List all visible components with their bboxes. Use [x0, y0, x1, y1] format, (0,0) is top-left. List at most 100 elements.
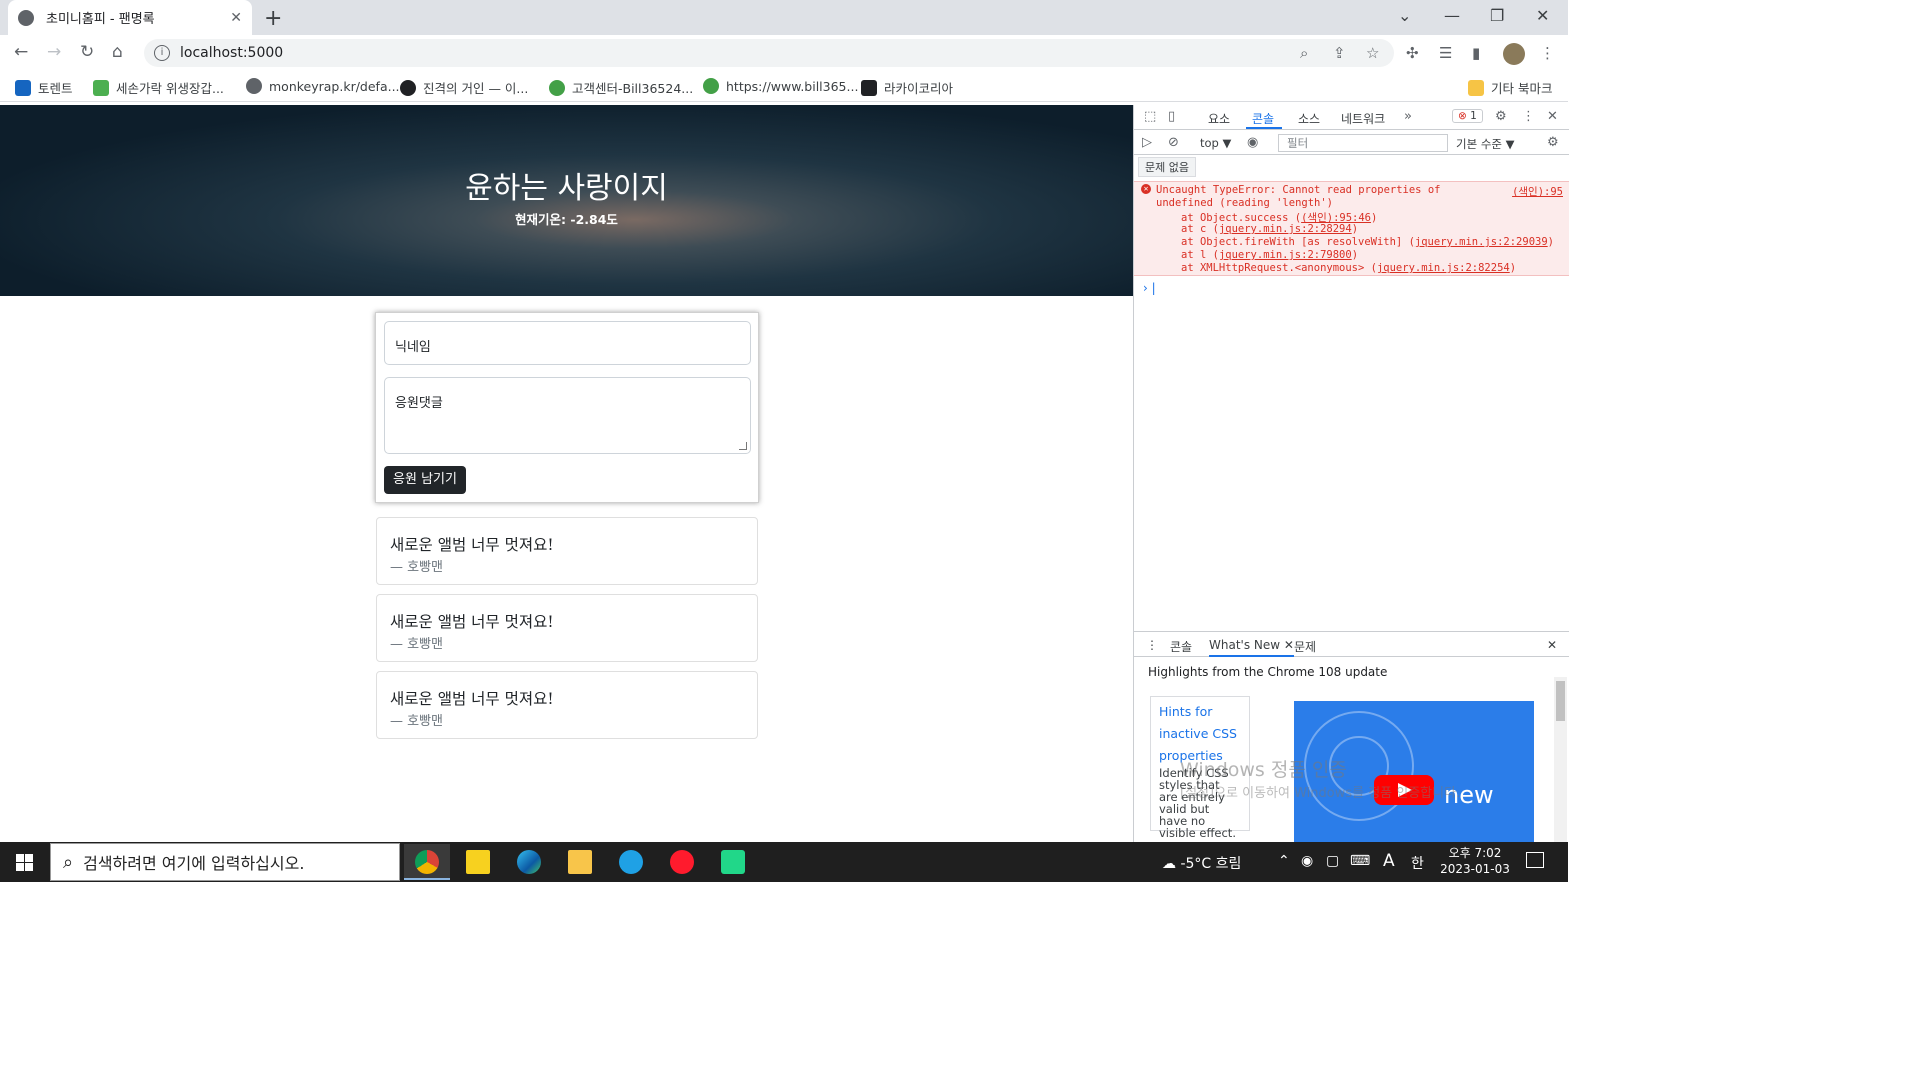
windows-start-icon[interactable]: [16, 854, 33, 871]
tray-chevron-icon[interactable]: ⌃: [1278, 853, 1290, 869]
device-toolbar-icon[interactable]: ▯: [1168, 109, 1175, 124]
pycharm-app[interactable]: [710, 844, 756, 880]
drawer-tab-console[interactable]: 콘솔: [1170, 638, 1192, 655]
close-tab-icon[interactable]: ✕: [1284, 638, 1294, 652]
internet-explorer-icon: [619, 850, 643, 874]
bookmark-item[interactable]: 토렌트: [15, 78, 73, 97]
system-clock[interactable]: 오후 7:02 2023-01-03: [1440, 845, 1510, 877]
star-icon[interactable]: ☆: [1366, 44, 1379, 62]
console-prompt[interactable]: › |: [1143, 281, 1156, 295]
stack-link[interactable]: jquery.min.js:2:79800: [1219, 249, 1352, 261]
bookmark-icon: [93, 79, 109, 96]
chrome-app[interactable]: [404, 844, 450, 880]
comment-card: 새로운 앨범 너무 멋져요! — 호빵맨: [376, 517, 758, 585]
url-text: localhost:5000: [180, 45, 284, 61]
restore-button[interactable]: ❐: [1490, 6, 1504, 25]
console-toolbar: ▷ ⊘ top ▼ ◉ 필터 기본 수준 ▼ ⚙: [1134, 131, 1569, 155]
close-window-button[interactable]: ✕: [1536, 6, 1549, 25]
record-icon[interactable]: ◉: [1301, 853, 1313, 869]
keyboard-icon[interactable]: ⌨: [1350, 853, 1370, 869]
bookmark-item[interactable]: monkeyrap.kr/defa...: [246, 78, 400, 94]
more-options-icon[interactable]: ⋮: [1522, 109, 1535, 124]
resize-handle[interactable]: [739, 442, 747, 450]
close-drawer-icon[interactable]: ✕: [1547, 638, 1557, 652]
stack-link[interactable]: jquery.min.js:2:82254: [1377, 262, 1510, 274]
reading-list-icon[interactable]: ☰: [1439, 44, 1452, 62]
submit-button[interactable]: 응원 남기기: [384, 466, 466, 494]
stack-link[interactable]: jquery.min.js:2:28294: [1219, 223, 1352, 235]
browser-tab[interactable]: 초미니홈피 - 팬명록 ✕: [8, 0, 252, 35]
bookmark-item[interactable]: 세손가락 위생장갑...: [93, 78, 224, 97]
scrollbar-thumb[interactable]: [1556, 681, 1565, 721]
tab-sources[interactable]: 소스: [1298, 110, 1320, 127]
bookmark-item[interactable]: 라카이코리아: [861, 78, 953, 97]
stack-link[interactable]: jquery.min.js:2:29039: [1415, 236, 1548, 248]
bookmark-item[interactable]: 진격의 거인 — 이...: [400, 78, 528, 97]
page-title: 윤하는 사랑이지: [465, 171, 668, 206]
context-selector[interactable]: top ▼: [1200, 136, 1231, 150]
zoom-icon[interactable]: ⌕: [1300, 44, 1308, 62]
camera-icon[interactable]: ▢: [1326, 853, 1339, 869]
cloud-icon: ☁: [1162, 856, 1176, 872]
address-bar[interactable]: i localhost:5000: [144, 39, 1394, 67]
side-panel-icon[interactable]: ▮: [1472, 44, 1480, 62]
taskbar-search[interactable]: ⌕ 검색하려면 여기에 입력하십시오.: [50, 843, 400, 881]
issues-button[interactable]: 문제 없음: [1138, 157, 1196, 177]
edge-app[interactable]: [506, 844, 552, 880]
tab-search-icon[interactable]: ⌄: [1398, 6, 1411, 25]
tab-strip: 초미니홈피 - 팬명록 ✕ + ⌄ — ❐ ✕: [0, 0, 1568, 35]
extensions-icon[interactable]: ✣: [1406, 44, 1419, 62]
other-bookmarks[interactable]: 기타 북마크: [1468, 78, 1552, 97]
stack-line: at XMLHttpRequest.<anonymous> (jquery.mi…: [1181, 262, 1517, 274]
settings-icon[interactable]: ⚙: [1495, 109, 1507, 124]
ie-app[interactable]: [608, 844, 654, 880]
ime-mode[interactable]: 한: [1411, 853, 1424, 873]
menu-icon[interactable]: ⋮: [1540, 44, 1555, 62]
drawer-tab-issues[interactable]: 문제: [1294, 638, 1316, 655]
inspect-icon[interactable]: ⬚: [1144, 109, 1156, 124]
opera-app[interactable]: [659, 844, 705, 880]
activation-watermark-sub: [설정]으로 이동하여 Windows를 정품 인증합니다.: [1180, 786, 1461, 801]
bookmark-icon: [703, 78, 719, 94]
console-settings-icon[interactable]: ⚙: [1547, 135, 1559, 150]
drawer-tabs: ⋮ 콘솔 What's New ✕ 문제 ✕: [1134, 632, 1569, 657]
forward-icon[interactable]: →: [47, 42, 61, 62]
clock-time: 오후 7:02: [1448, 846, 1502, 860]
site-info-icon[interactable]: i: [154, 45, 170, 61]
filter-input[interactable]: 필터: [1278, 134, 1448, 152]
drawer-scrollbar[interactable]: [1554, 677, 1567, 843]
weather-widget[interactable]: ☁ -5°C 흐림: [1162, 853, 1241, 873]
tab-console[interactable]: 콘솔: [1252, 110, 1274, 127]
activation-watermark: Windows 정품 인증: [1180, 759, 1347, 781]
ime-language[interactable]: A: [1383, 851, 1395, 871]
file-explorer-app[interactable]: [557, 844, 603, 880]
error-source-link[interactable]: (색인):95: [1512, 184, 1563, 199]
bookmark-item[interactable]: 고객센터-Bill36524...: [549, 78, 693, 97]
back-icon[interactable]: ←: [14, 42, 28, 62]
stack-line: at l (jquery.min.js:2:79800): [1181, 249, 1359, 261]
drawer-menu-icon[interactable]: ⋮: [1146, 638, 1158, 652]
nickname-input[interactable]: 닉네임: [384, 321, 751, 365]
log-level-selector[interactable]: 기본 수준 ▼: [1456, 136, 1514, 152]
drawer-tab-whats-new[interactable]: What's New ✕: [1209, 638, 1294, 657]
share-icon[interactable]: ⇪: [1333, 44, 1346, 62]
sticky-notes-app[interactable]: [455, 844, 501, 880]
close-tab-icon[interactable]: ✕: [230, 10, 242, 26]
home-icon[interactable]: ⌂: [112, 42, 123, 62]
comment-textarea[interactable]: 응원댓글: [384, 377, 751, 454]
eye-icon[interactable]: ◉: [1247, 135, 1258, 150]
tab-elements[interactable]: 요소: [1208, 110, 1230, 127]
devtools-tabs: ⬚ ▯ 요소 콘솔 소스 네트워크 » ⊗ 1 ⚙ ⋮ ✕: [1134, 105, 1569, 130]
more-tabs-icon[interactable]: »: [1404, 109, 1412, 124]
profile-avatar[interactable]: [1503, 43, 1525, 65]
close-devtools-icon[interactable]: ✕: [1547, 109, 1558, 124]
bookmark-item[interactable]: https://www.bill365...: [703, 78, 858, 94]
notification-icon[interactable]: [1526, 852, 1544, 868]
clear-console-icon[interactable]: ⊘: [1168, 135, 1179, 150]
error-count-badge[interactable]: ⊗ 1: [1452, 109, 1483, 123]
reload-icon[interactable]: ↻: [80, 42, 94, 62]
minimize-button[interactable]: —: [1444, 6, 1460, 25]
sidebar-toggle-icon[interactable]: ▷: [1142, 135, 1152, 150]
tab-network[interactable]: 네트워크: [1341, 110, 1385, 127]
new-tab-button[interactable]: +: [264, 6, 282, 31]
